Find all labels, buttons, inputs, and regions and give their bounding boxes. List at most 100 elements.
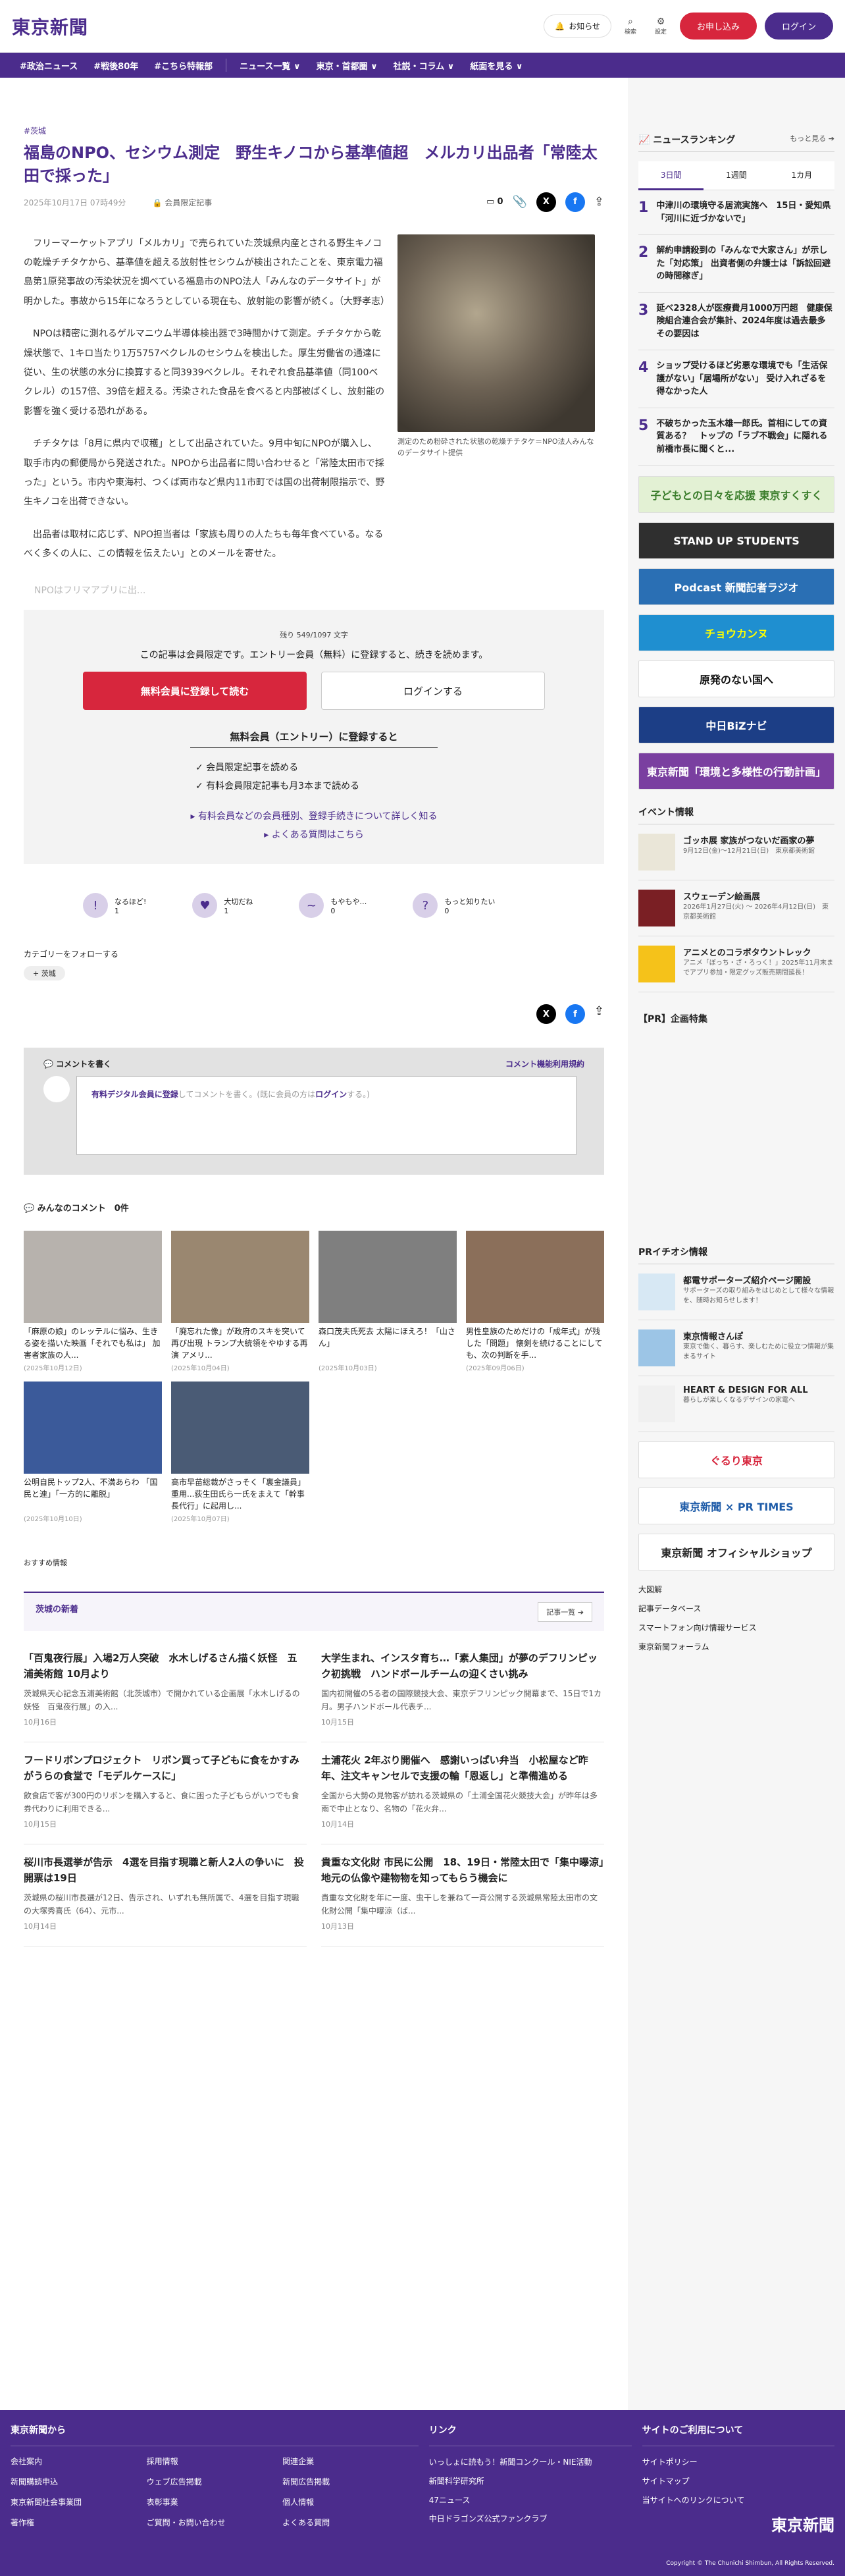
footer-link[interactable]: いっしょに読もう！新聞コンクール・NIE活動 [429, 2453, 632, 2472]
pr-title[interactable]: HEART & DESIGN FOR ALL [683, 1385, 808, 1395]
card-title[interactable]: 森口茂夫氏死去 太陽にほえろ！「山さん」 [319, 1326, 457, 1362]
search-button[interactable]: ⌕ 検索 [619, 16, 642, 36]
tab-3days[interactable]: 3日間 [638, 161, 704, 190]
category-tag[interactable]: #茨城 [24, 126, 46, 136]
sidebar-link[interactable]: スマートフォン向け情報サービス [638, 1618, 834, 1637]
card-image[interactable] [466, 1231, 604, 1324]
related-card[interactable]: 高市早苗総裁がさっそく「裏金議員」重用...荻生田氏ら一氏をまえて「幹事長代行」… [171, 1382, 309, 1523]
mushroom-photo[interactable] [397, 234, 595, 432]
pr-title[interactable]: 東京情報さんぽ [683, 1329, 834, 1342]
paperclip-icon[interactable]: 📎 [512, 195, 526, 209]
footer-link[interactable]: 新聞科学研究所 [429, 2472, 632, 2491]
footer-link[interactable]: 新聞購読申込 [11, 2476, 147, 2487]
rank-title[interactable]: 不破ちかった玉木雄一郎氏。首相にしての資質ある？ トップの「ラブ不戦会」に隠れる… [656, 417, 834, 456]
nav-tag-war80[interactable]: #戦後80年 [86, 59, 146, 72]
card-image[interactable] [24, 1382, 162, 1474]
event-item[interactable]: スウェーデン絵画展 2026年1月27日(火) ～ 2026年4月12日(日) 東… [638, 880, 834, 936]
reaction-moyamoya[interactable]: ~ もやもや… 0 [299, 893, 367, 919]
news-headline[interactable]: 貴重な文化財 市民に公開 18、19日・常陸太田で「集中曝涼」 地元の仏像や建物… [321, 1855, 614, 1886]
nav-menu-tokyo[interactable]: 東京・首都圏 ∨ [309, 59, 386, 72]
nav-menu-editorial[interactable]: 社説・コラム ∨ [386, 59, 463, 72]
event-title[interactable]: アニメとのコラボタウントレック [683, 946, 834, 958]
footer-link[interactable]: 表彰事業 [147, 2496, 283, 2508]
card-image[interactable] [319, 1231, 457, 1324]
news-item[interactable]: 貴重な文化財 市民に公開 18、19日・常陸太田で「集中曝涼」 地元の仏像や建物… [321, 1844, 614, 1947]
notify-button[interactable]: 🔔 お知らせ [544, 14, 611, 38]
rank-title[interactable]: 中津川の環境守る居流実施へ 15日・愛知県「河川に近づかないで」 [656, 200, 834, 225]
footer-link[interactable]: よくある質問 [282, 2517, 419, 2528]
card-title[interactable]: 「麻原の娘」のレッテルに悩み、生きる姿を描いた映画「それでも私は」 加害者家族の… [24, 1326, 162, 1362]
paywall-login-button[interactable]: ログインする [321, 672, 545, 711]
news-headline[interactable]: 大学生まれ、インスタ育ち…「素人集団」が夢のデフリンピック初挑戦 ハンドボールチ… [321, 1651, 604, 1682]
tab-1month[interactable]: 1カ月 [769, 161, 834, 190]
comment-terms-link[interactable]: コメント機能利用規約 [505, 1058, 584, 1069]
news-item[interactable]: 土浦花火 2年ぶり開催へ 感謝いっぱい弁当 小松屋など昨年、注文キャンセルで支援… [321, 1742, 604, 1845]
subscribe-button[interactable]: お申し込み [679, 13, 757, 40]
sidebar-banner[interactable]: 東京新聞「環境と多様性の行動計画」 [638, 753, 834, 790]
login-button[interactable]: ログイン [764, 13, 833, 40]
news-item[interactable]: 大学生まれ、インスタ育ち…「素人集団」が夢のデフリンピック初挑戦 ハンドボールチ… [321, 1640, 604, 1743]
card-title[interactable]: 高市早苗総裁がさっそく「裏金議員」重用...荻生田氏ら一氏をまえて「幹事長代行」… [171, 1476, 309, 1513]
ranking-more-link[interactable]: もっと見る ➔ [790, 133, 834, 146]
footer-link[interactable]: 会社案内 [11, 2455, 147, 2467]
ranking-item[interactable]: 1 中津川の環境守る居流実施へ 15日・愛知県「河川に近づかないで」 [638, 190, 834, 235]
register-button[interactable]: 無料会員に登録して読む [83, 672, 307, 711]
site-logo[interactable]: 東京新聞 [12, 13, 88, 40]
x-share-icon[interactable]: X [536, 1004, 556, 1025]
sidebar-banner[interactable]: 中日BiZナビ [638, 707, 834, 743]
footer-link[interactable]: 関連企業 [282, 2455, 419, 2467]
comment-input[interactable]: 有料デジタル会員に登録してコメントを書く。(既に会員の方はログインする。) [76, 1076, 576, 1156]
ibaraki-more-button[interactable]: 記事一覧 ➔ [538, 1602, 592, 1623]
sidebar-banner[interactable]: 子どもとの日々を応援 東京すくすく [638, 476, 834, 513]
sidebar-banner[interactable]: ぐるり東京 [638, 1441, 834, 1478]
event-title[interactable]: ゴッホ展 家族がつないだ画家の夢 [683, 834, 815, 846]
card-title[interactable]: 公明自民トップ2人、不満あらわ 「国民と連」「一方的に離脱」 [24, 1476, 162, 1513]
sidebar-link[interactable]: 記事データベース [638, 1599, 834, 1618]
reaction-naruhodo[interactable]: ! なるほど! 1 [83, 893, 146, 919]
card-image[interactable] [24, 1231, 162, 1324]
nav-menu-news[interactable]: ニュース一覧 ∨ [232, 59, 308, 72]
event-item[interactable]: アニメとのコラボタウントレック アニメ「ぼっち・ざ・ろっく！」2025年11月末ま… [638, 936, 834, 992]
footer-logo[interactable]: 東京新聞 [642, 2512, 834, 2535]
card-image[interactable] [171, 1382, 309, 1474]
follow-ibaraki-chip[interactable]: + 茨城 [24, 966, 65, 981]
news-headline[interactable]: フードリボンプロジェクト リボン買って子どもに食をかすみがうらの食堂で「モデルケ… [24, 1753, 307, 1784]
tab-1week[interactable]: 1週間 [704, 161, 769, 190]
clip-button[interactable]: ▭ 0 [486, 197, 503, 207]
card-image[interactable] [171, 1231, 309, 1324]
news-headline[interactable]: 土浦花火 2年ぶり開催へ 感謝いっぱい弁当 小松屋など昨年、注文キャンセルで支援… [321, 1753, 604, 1784]
faq-link[interactable]: ▸ よくある質問はこちら [83, 826, 545, 844]
share-icon[interactable]: ⇪ [594, 1004, 604, 1024]
news-item[interactable]: フードリボンプロジェクト リボン買って子どもに食をかすみがうらの食堂で「モデルケ… [24, 1742, 307, 1845]
footer-link[interactable]: 東京新聞社会事業団 [11, 2496, 147, 2508]
pr-thumb[interactable] [638, 1274, 675, 1310]
facebook-share-icon[interactable]: f [565, 1004, 585, 1025]
related-card[interactable]: 森口茂夫氏死去 太陽にほえろ！「山さん」 (2025年10月03日) [319, 1231, 457, 1372]
rank-title[interactable]: 延べ2328人が医療費月1000万円超 健康保険組合連合会が集計、2024年度は… [656, 302, 834, 341]
footer-link[interactable]: ご質問・お問い合わせ [147, 2517, 283, 2528]
related-card[interactable]: 男性皇族のためだけの「成年式」が残した「問題」 懐剣を続けることにしても、次の判… [466, 1231, 604, 1372]
sidebar-banner[interactable]: Podcast 新聞記者ラジオ [638, 568, 834, 605]
event-title[interactable]: スウェーデン絵画展 [683, 890, 834, 902]
x-share-icon[interactable]: X [536, 192, 556, 212]
footer-link[interactable]: サイトマップ [642, 2472, 834, 2491]
nav-tag-politics[interactable]: #政治ニュース [12, 59, 86, 72]
ranking-item[interactable]: 3 延べ2328人が医療費月1000万円超 健康保険組合連合会が集計、2024年度… [638, 293, 834, 350]
event-item[interactable]: ゴッホ展 家族がつないだ画家の夢 9月12日(金)～12月21日(日) 東京都美術… [638, 824, 834, 880]
news-headline[interactable]: 「百鬼夜行展」入場2万人突破 水木しげるさん描く妖怪 五浦美術館 10月より [24, 1651, 307, 1682]
news-headline[interactable]: 桜川市長選挙が告示 4選を目指す現職と新人2人の争いに 投開票は19日 [24, 1855, 307, 1886]
event-thumb[interactable] [638, 890, 675, 926]
footer-link[interactable]: ウェブ広告掲載 [147, 2476, 283, 2487]
sidebar-banner[interactable]: チョウカンヌ [638, 614, 834, 651]
reaction-taisetsu[interactable]: ♥ 大切だね 1 [192, 893, 253, 919]
event-thumb[interactable] [638, 946, 675, 982]
card-title[interactable]: 男性皇族のためだけの「成年式」が残した「問題」 懐剣を続けることにしても、次の判… [466, 1326, 604, 1362]
card-title[interactable]: 「廃忘れた像」が政府のスキを突いて再び出現 トランプ大統領をやゆする再演 アメリ… [171, 1326, 309, 1362]
reaction-motto[interactable]: ? もっと知りたい 0 [413, 893, 495, 919]
footer-link[interactable]: 個人情報 [282, 2496, 419, 2508]
ranking-item[interactable]: 5 不破ちかった玉木雄一郎氏。首相にしての資質ある？ トップの「ラブ不戦会」に隠れ… [638, 408, 834, 466]
ranking-item[interactable]: 4 ショップ受けるほど劣悪な環境でも「生活保護がない」「居場所がない」 受け入れざ… [638, 350, 834, 408]
sidebar-banner[interactable]: 原発のない国へ [638, 660, 834, 697]
pr-item[interactable]: 東京情報さんぽ 東京で働く、暮らす、楽しむために役立つ情報が集まるサイト [638, 1320, 834, 1376]
footer-link[interactable]: サイトポリシー [642, 2453, 834, 2472]
